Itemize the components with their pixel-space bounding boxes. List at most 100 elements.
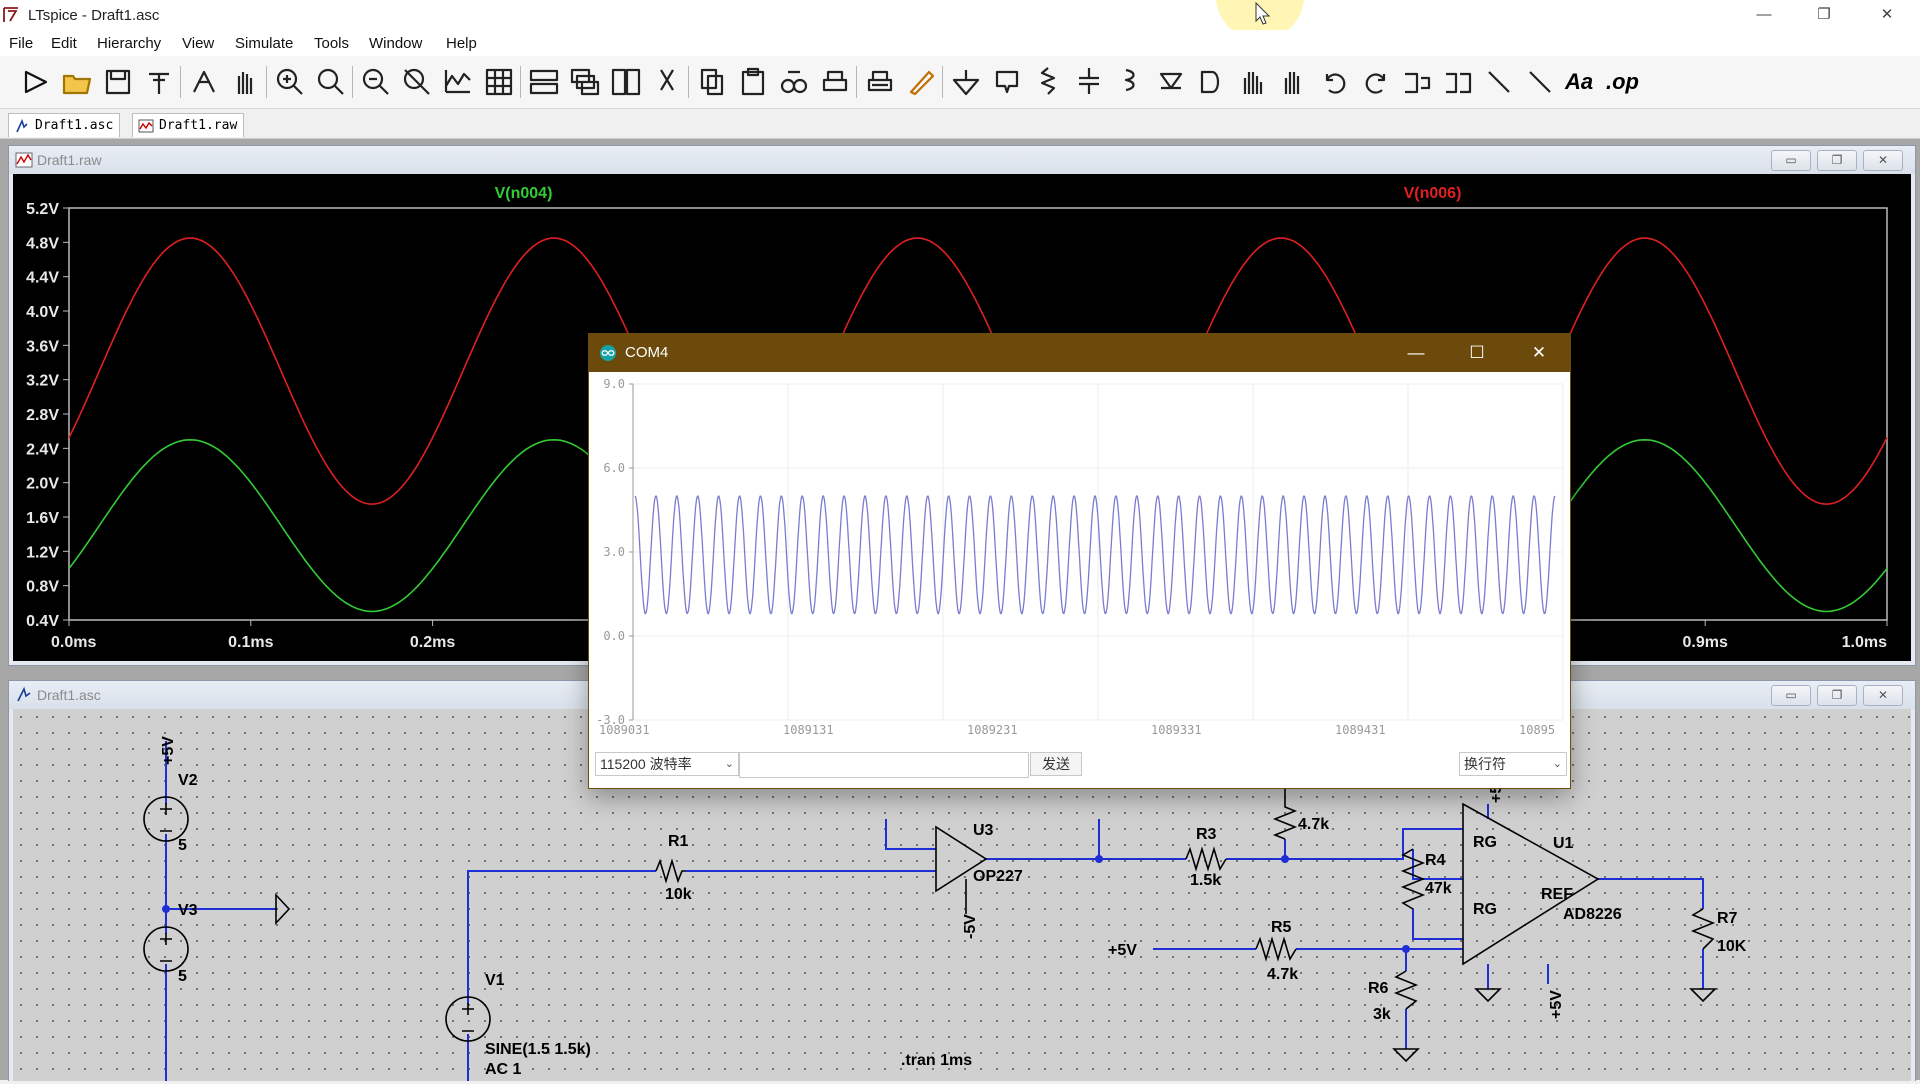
label-u3-neg: -5V (962, 914, 979, 939)
ground-tool-button[interactable] (950, 66, 982, 98)
label-rg-top: RG (1473, 834, 1497, 851)
spice-directive-tool-button[interactable] (1524, 66, 1556, 98)
toolbar-separator (180, 66, 181, 98)
diode-tool-button[interactable] (1155, 66, 1187, 98)
cut-tool-button[interactable] (651, 66, 683, 98)
autorange-tool-button[interactable] (442, 66, 474, 98)
undo-tool-button[interactable] (1319, 66, 1351, 98)
y-tick-label: 0.4V (26, 613, 59, 630)
serial-plot-chart[interactable]: 9.06.03.00.0-3.01089031 1089131 1089231 108… (589, 372, 1570, 740)
text-tool-button[interactable]: Aa (1565, 66, 1597, 98)
send-message-input[interactable] (739, 752, 1029, 778)
baud-rate-select[interactable]: 115200 波特率 ⌄ (595, 752, 739, 776)
copy-tool-button[interactable] (696, 66, 728, 98)
capacitor-tool-button[interactable] (1073, 66, 1105, 98)
com-minimize-button[interactable]: — (1386, 334, 1446, 372)
autorange-icon (444, 70, 471, 94)
zoom-back-tool-button[interactable] (315, 66, 347, 98)
chevron-down-icon: ⌄ (724, 758, 734, 770)
halt-tool-button[interactable] (188, 66, 220, 98)
schematic-minimize-button[interactable]: ▭ (1771, 685, 1811, 706)
rotate-tool-button[interactable] (1401, 66, 1433, 98)
tab-label: Draft1.raw (159, 118, 238, 133)
menu-file[interactable]: File (9, 35, 33, 52)
cascade-tool-button[interactable] (569, 66, 601, 98)
send-button[interactable]: 发送 (1030, 752, 1082, 776)
drag-tool-button[interactable] (1278, 66, 1310, 98)
op-tool-button[interactable]: .op (1606, 66, 1639, 98)
toolbar: Aa .op (0, 56, 1920, 109)
print-setup-icon (867, 70, 893, 92)
y-tick-label: 4.4V (26, 270, 59, 287)
find-icon (780, 70, 808, 94)
pan-tool-button[interactable] (229, 66, 261, 98)
label-v1: V1 (485, 972, 505, 989)
open-tool-button[interactable] (61, 66, 93, 98)
menu-hierarchy[interactable]: Hierarchy (97, 35, 161, 52)
waveform-close-button[interactable]: ✕ (1863, 150, 1903, 171)
resistor-tool-button[interactable] (1032, 66, 1064, 98)
waveform-minimize-button[interactable]: ▭ (1771, 150, 1811, 171)
y-tick-label: 2.0V (26, 476, 59, 493)
label-r3: R3 (1196, 826, 1217, 843)
save-tool-button[interactable] (102, 66, 134, 98)
label-r3-value: 1.5k (1190, 872, 1221, 889)
tab-draft1-asc[interactable]: Draft1.asc (8, 113, 121, 137)
menu-simulate[interactable]: Simulate (235, 35, 293, 52)
label-u1-bottom: +5V (1548, 990, 1565, 1019)
label-v3: V3 (178, 902, 198, 919)
text-tool-button[interactable] (1483, 66, 1515, 98)
menu-help[interactable]: Help (446, 35, 477, 52)
drag-icon (1284, 72, 1300, 94)
paste-tool-button[interactable] (737, 66, 769, 98)
halt-icon (193, 70, 215, 93)
app-title: LTspice - Draft1.asc (28, 7, 160, 24)
com-close-button[interactable]: ✕ (1509, 334, 1569, 372)
zoom-out-tool-button[interactable] (360, 66, 392, 98)
com-maximize-button[interactable]: ☐ (1447, 334, 1507, 372)
label-r7: R7 (1717, 910, 1738, 927)
tile-vertical-tool-button[interactable] (610, 66, 642, 98)
line-ending-select[interactable]: 换行符 ⌄ (1459, 752, 1567, 776)
waveform-maximize-button[interactable]: ❐ (1817, 150, 1857, 171)
minimize-button[interactable]: — (1734, 0, 1794, 30)
restore-button[interactable]: ❐ (1794, 0, 1854, 30)
menu-tools[interactable]: Tools (314, 35, 349, 52)
move-tool-button[interactable] (1237, 66, 1269, 98)
wire-tool-button[interactable] (905, 66, 937, 98)
zoom-back-icon (317, 68, 344, 95)
tab-draft1-raw[interactable]: Draft1.raw (132, 113, 245, 137)
tab-label: Draft1.asc (35, 118, 114, 133)
run-tool-button[interactable] (20, 66, 52, 98)
grid-tool-button[interactable] (483, 66, 515, 98)
schematic-maximize-button[interactable]: ❐ (1817, 685, 1857, 706)
capacitor-icon (1079, 68, 1099, 94)
trace-label-0[interactable]: V(n004) (495, 185, 553, 202)
copy-icon (700, 68, 724, 96)
wire-icon (909, 70, 935, 96)
menu-edit[interactable]: Edit (51, 35, 77, 52)
menu-window[interactable]: Window (369, 35, 422, 52)
find-tool-button[interactable] (778, 66, 810, 98)
component-tool-button[interactable] (1196, 66, 1228, 98)
print-setup-tool-button[interactable] (864, 66, 896, 98)
waveform-icon (15, 152, 33, 168)
inductor-tool-button[interactable] (1114, 66, 1146, 98)
label-net-tool-button[interactable] (991, 66, 1023, 98)
zoom-fit-tool-button[interactable] (401, 66, 433, 98)
close-button[interactable]: ✕ (1857, 0, 1917, 30)
redo-tool-button[interactable] (1360, 66, 1392, 98)
print-tool-button[interactable] (819, 66, 851, 98)
zoom-in-tool-button[interactable] (274, 66, 306, 98)
tile-horizontal-tool-button[interactable] (528, 66, 560, 98)
mirror-tool-button[interactable] (1442, 66, 1474, 98)
ground-icon (952, 70, 980, 96)
control-panel-tool-button[interactable] (143, 66, 175, 98)
y-tick-label: 9.0 (603, 377, 625, 391)
trace-label-1[interactable]: V(n006) (1404, 185, 1462, 202)
serial-plot-area[interactable]: 9.0 6.0 3.0 0.0 -3.0 1089031 1089131 1089231 108… (589, 372, 1570, 740)
toolbar-separator (520, 66, 521, 98)
label-v3-value: 5 (178, 968, 187, 985)
menu-view[interactable]: View (182, 35, 214, 52)
schematic-close-button[interactable]: ✕ (1863, 685, 1903, 706)
